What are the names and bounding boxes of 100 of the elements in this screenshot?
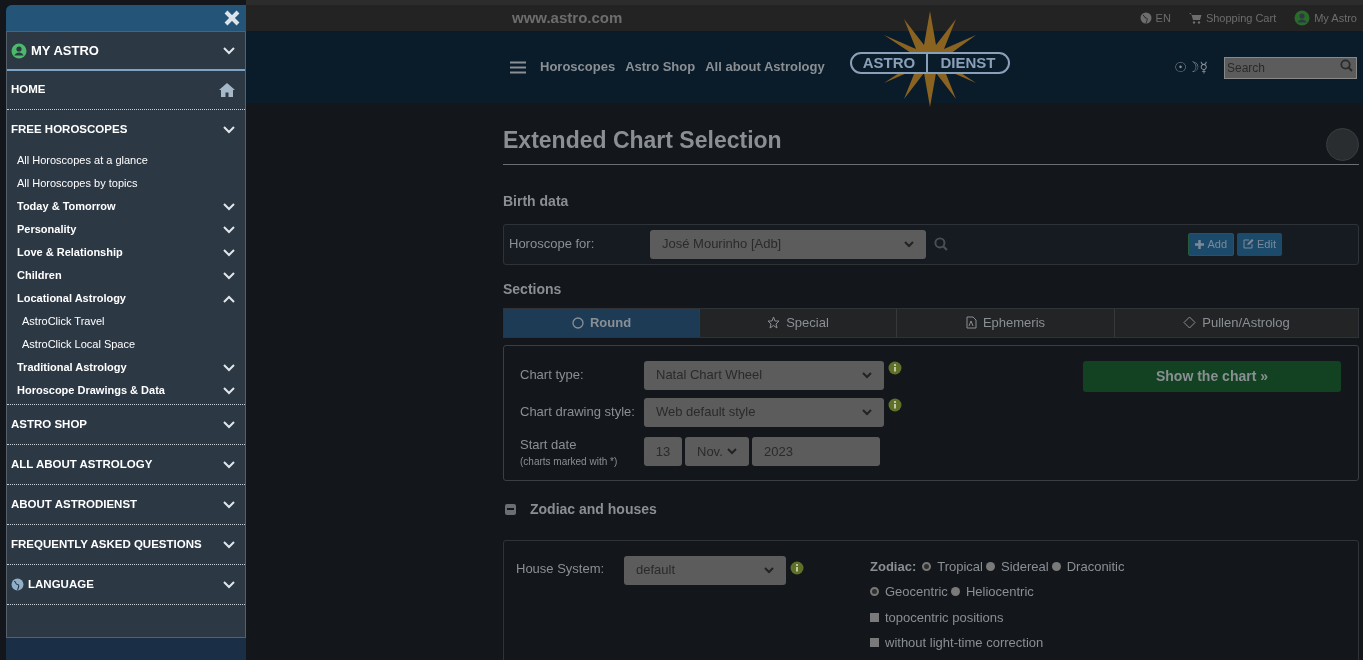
checkbox-label[interactable]: without light-time correction	[885, 633, 1044, 653]
menu-section[interactable]: FREQUENTLY ASKED QUESTIONS	[11, 535, 202, 554]
chevron-down-icon[interactable]	[223, 386, 235, 395]
chevron-down-icon[interactable]	[223, 500, 235, 509]
home-icon[interactable]	[219, 83, 235, 97]
field-label: House System:	[516, 559, 606, 578]
language-label: EN	[1155, 10, 1171, 26]
caret-icon[interactable]	[727, 448, 737, 456]
field-label: Chart drawing style:	[520, 403, 636, 422]
chevron-down-icon[interactable]	[223, 540, 235, 549]
checkbox[interactable]	[870, 612, 879, 622]
field-label: Chart type:	[520, 366, 585, 385]
menu-section[interactable]: ABOUT ASTRODIENST	[11, 495, 138, 514]
menu-group[interactable]: Horoscope Drawings & Data	[17, 382, 165, 399]
radio-label[interactable]: Sidereal	[1001, 556, 1049, 576]
menu-link[interactable]: All Horoscopes at a glance	[17, 152, 148, 169]
chevron-down-icon[interactable]	[223, 420, 235, 429]
menu-group[interactable]: Personality	[17, 221, 77, 238]
circle-icon	[571, 316, 584, 329]
menu-group[interactable]: Locational Astrology	[17, 290, 126, 307]
page-title: Extended Chart Selection	[503, 126, 782, 155]
chevron-down-icon[interactable]	[223, 363, 235, 372]
info-icon[interactable]	[790, 560, 804, 575]
section-heading: Sections	[503, 279, 563, 299]
field-label: Zodiac:	[870, 557, 917, 576]
menu-section[interactable]: LANGUAGE	[28, 575, 94, 594]
caret-icon[interactable]	[904, 240, 914, 248]
cart-link[interactable]: Shopping Cart	[1188, 9, 1277, 27]
radio-button[interactable]	[950, 587, 960, 597]
checkbox[interactable]	[870, 638, 879, 648]
info-icon[interactable]	[888, 360, 902, 375]
chevron-down-icon[interactable]	[223, 202, 235, 211]
chevron-down-icon[interactable]	[223, 248, 235, 257]
edit-icon	[1243, 239, 1255, 249]
chevron-up-icon[interactable]	[223, 294, 235, 303]
radio-button[interactable]	[922, 561, 932, 571]
globe-icon	[11, 578, 24, 591]
chevron-down-icon[interactable]	[223, 580, 235, 589]
radio-label[interactable]: Draconitic	[1066, 556, 1125, 576]
menu-link[interactable]: AstroClick Travel	[22, 313, 105, 330]
close-icon[interactable]	[224, 10, 240, 26]
menu-section[interactable]: HOME	[11, 81, 46, 99]
radio-label[interactable]: Heliocentric	[965, 582, 1034, 602]
nav-link[interactable]: Astro Shop	[625, 57, 696, 77]
cart-label: Shopping Cart	[1205, 10, 1277, 26]
site-address: www.astro.com	[512, 7, 623, 28]
menu-section[interactable]: ALL ABOUT ASTROLOGY	[11, 455, 153, 474]
nav-link[interactable]: All about Astrology	[705, 57, 825, 77]
section-heading: Zodiac and houses	[530, 499, 657, 519]
user-icon	[11, 42, 27, 59]
globe-icon	[1139, 12, 1152, 24]
chevron-down-icon[interactable]	[223, 460, 235, 469]
menu-link[interactable]: All Horoscopes by topics	[17, 175, 138, 192]
account-link[interactable]: My Astro	[1294, 9, 1357, 27]
chevron-down-icon[interactable]	[223, 46, 235, 55]
cart-icon	[1188, 12, 1202, 24]
field-label: Horoscope for:	[509, 235, 596, 254]
menu-section[interactable]: FREE HOROSCOPES	[11, 120, 128, 139]
chevron-down-icon[interactable]	[223, 125, 235, 134]
section-tab[interactable]: Round	[504, 308, 699, 337]
logo-text: ASTRO	[852, 51, 928, 75]
radio-button[interactable]	[1051, 561, 1061, 571]
menu-group[interactable]: Today & Tomorrow	[17, 198, 116, 215]
field-label: Start date	[520, 435, 578, 454]
menu-icon[interactable]	[510, 60, 526, 74]
account-label: My Astro	[1314, 10, 1357, 26]
collapse-icon[interactable]	[505, 503, 516, 515]
caret-icon[interactable]	[862, 371, 872, 379]
menu-section[interactable]: ASTRO SHOP	[11, 415, 88, 434]
chevron-down-icon[interactable]	[223, 225, 235, 234]
nav-link[interactable]: Horoscopes	[540, 57, 616, 77]
radio-label[interactable]: Geocentric	[885, 582, 948, 602]
star-icon	[767, 316, 781, 329]
user-icon	[1294, 10, 1311, 26]
menu-group[interactable]: Love & Relationship	[17, 244, 123, 261]
plus-icon	[1195, 239, 1205, 249]
field-note: (charts marked with *)	[520, 455, 619, 469]
logo-text: DIENST	[939, 52, 997, 73]
chart-wheel-icon	[1326, 127, 1359, 161]
menu-group[interactable]: Children	[17, 267, 62, 284]
radio-button[interactable]	[870, 587, 879, 597]
section-tab[interactable]: Special	[699, 308, 896, 337]
language-link[interactable]: EN	[1139, 9, 1171, 27]
info-icon[interactable]	[888, 397, 902, 412]
radio-label[interactable]: Tropical	[937, 556, 983, 576]
checkbox-label[interactable]: topocentric positions	[885, 607, 1004, 627]
chevron-down-icon[interactable]	[223, 271, 235, 280]
section-tab[interactable]: Ephemeris	[896, 308, 1114, 337]
diamond-icon	[1183, 316, 1197, 329]
section-tab[interactable]: Pullen/Astrolog	[1114, 308, 1358, 337]
caret-icon[interactable]	[764, 566, 774, 574]
document-icon	[965, 316, 977, 329]
radio-button[interactable]	[986, 561, 995, 571]
logo[interactable]: ASTRO DIENST	[850, 11, 1010, 111]
caret-icon[interactable]	[862, 408, 872, 416]
planet-symbols[interactable]: ☉☽☿	[1174, 56, 1208, 78]
menu-link[interactable]: AstroClick Local Space	[22, 336, 136, 353]
menu-section[interactable]: MY ASTRO	[31, 40, 99, 61]
show-chart-button[interactable]: Show the chart »	[1083, 360, 1341, 392]
menu-group[interactable]: Traditional Astrology	[17, 359, 127, 376]
